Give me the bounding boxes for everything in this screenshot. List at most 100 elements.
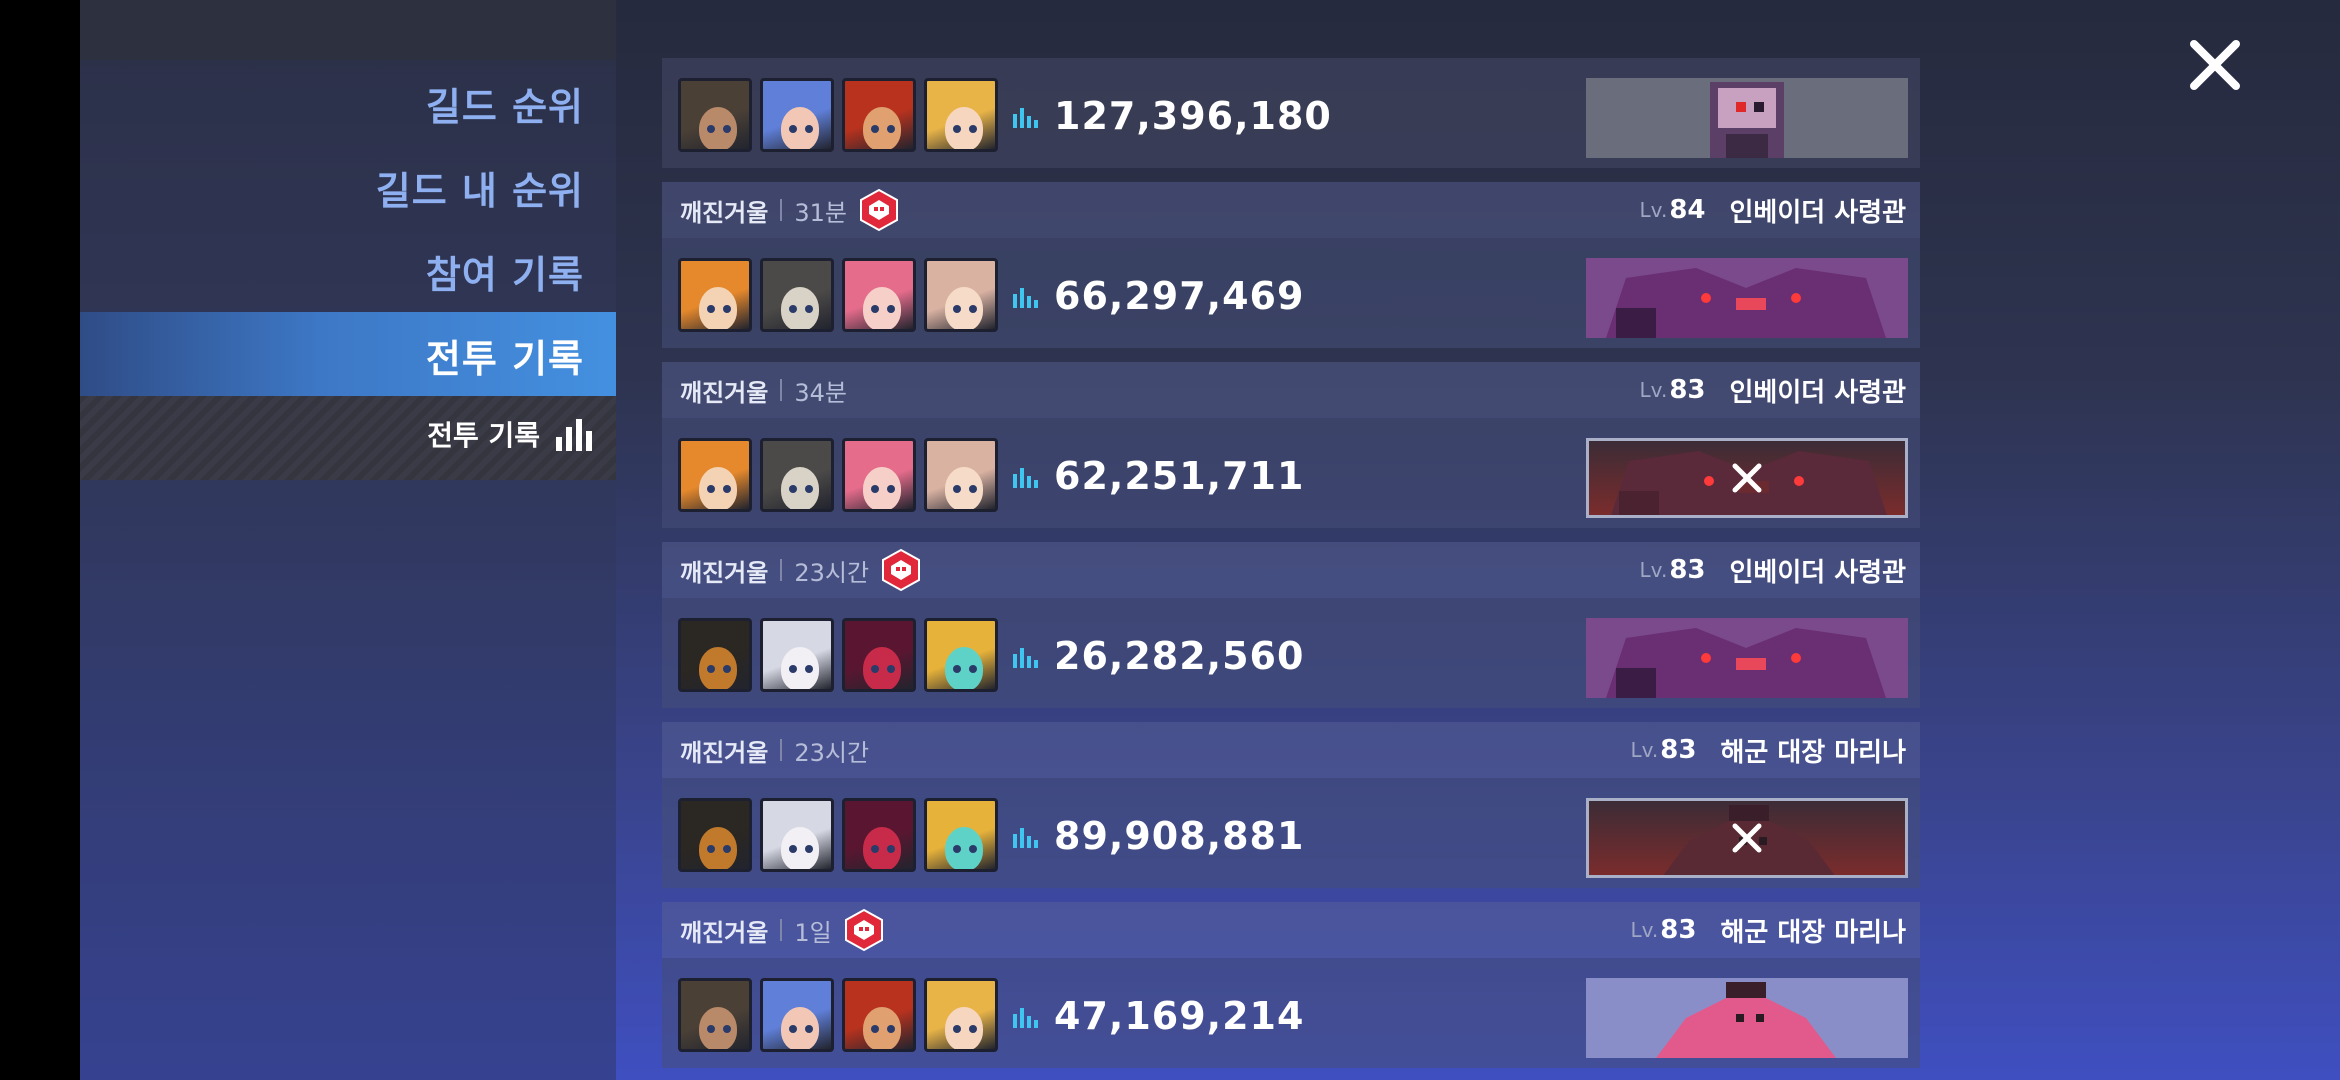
party-portraits: [678, 78, 998, 152]
battle-record-card[interactable]: 깨진거울 31분 Lv. 84 인베이더 사령관 66,297,469: [662, 182, 1920, 348]
divider: [780, 379, 783, 401]
sidebar-item-participation-log[interactable]: 참여 기록: [426, 244, 584, 299]
level-label: Lv.: [1630, 738, 1659, 762]
hero-portrait[interactable]: [924, 78, 998, 152]
hero-face: [781, 467, 819, 509]
record-body: 127,396,180: [662, 58, 1920, 168]
hero-eye: [969, 665, 977, 673]
record-header: 깨진거울 23시간 Lv. 83 인베이더 사령관: [662, 542, 1920, 598]
boss-portrait[interactable]: [1586, 258, 1908, 338]
hero-face: [781, 287, 819, 329]
hero-portrait[interactable]: [924, 258, 998, 332]
record-body: 62,251,711: [662, 418, 1920, 528]
boss-portrait[interactable]: [1586, 78, 1908, 158]
hero-face: [945, 827, 983, 869]
divider: [780, 919, 783, 941]
hero-eye: [953, 485, 961, 493]
guild-name: 깨진거울: [680, 738, 769, 767]
battle-record-list[interactable]: 127,396,180 깨진거울 31분 Lv. 84 인베이더 사령관 66,297…: [662, 58, 1920, 1080]
hero-eye: [723, 485, 731, 493]
hero-eye: [723, 305, 731, 313]
battle-record-card[interactable]: 127,396,180: [662, 58, 1920, 168]
battle-record-card[interactable]: 깨진거울 23시간 Lv. 83 인베이더 사령관 26,282,560: [662, 542, 1920, 708]
boss-kill-badge-icon: [844, 908, 883, 952]
boss-name: 해군 대장 마리나: [1720, 917, 1906, 948]
hero-eye: [953, 1025, 961, 1033]
divider: [780, 559, 783, 581]
hero-eye: [887, 125, 895, 133]
sidebar-item-guild-ranking[interactable]: 길드 순위: [426, 76, 584, 131]
hero-portrait[interactable]: [678, 618, 752, 692]
hero-portrait[interactable]: [760, 78, 834, 152]
hero-portrait[interactable]: [924, 798, 998, 872]
hero-eye: [969, 485, 977, 493]
hero-portrait[interactable]: [678, 78, 752, 152]
hero-eye: [789, 305, 797, 313]
record-body: 26,282,560: [662, 598, 1920, 708]
hero-eye: [887, 1025, 895, 1033]
hero-portrait[interactable]: [842, 978, 916, 1052]
battle-record-card[interactable]: 깨진거울 23시간 Lv. 83 해군 대장 마리나 89,908,881: [662, 722, 1920, 888]
hero-eye: [887, 845, 895, 853]
hero-eye: [887, 665, 895, 673]
guild-name: 깨진거울: [680, 378, 769, 407]
hero-portrait[interactable]: [842, 798, 916, 872]
hero-portrait[interactable]: [924, 618, 998, 692]
hero-portrait[interactable]: [678, 438, 752, 512]
party-portraits: [678, 258, 998, 332]
hero-eye: [789, 665, 797, 673]
close-icon[interactable]: [2180, 30, 2250, 100]
hero-portrait[interactable]: [842, 438, 916, 512]
damage-score: 127,396,180: [1012, 94, 1332, 138]
boss-name: 인베이더 사령관: [1729, 557, 1907, 588]
hero-eye: [789, 125, 797, 133]
battle-record-card[interactable]: 깨진거울 1일 Lv. 83 해군 대장 마리나 47,169,214: [662, 902, 1920, 1068]
hero-portrait[interactable]: [842, 258, 916, 332]
hero-eye: [871, 305, 879, 313]
hero-portrait[interactable]: [760, 978, 834, 1052]
hero-face: [699, 107, 737, 149]
sidebar-header-strip: [80, 0, 616, 60]
boss-portrait[interactable]: [1586, 618, 1908, 698]
boss-name: 해군 대장 마리나: [1720, 737, 1906, 768]
hero-face: [781, 1007, 819, 1049]
hero-portrait[interactable]: [924, 438, 998, 512]
level-label: Lv.: [1639, 198, 1668, 222]
sidebar-item-in-guild-ranking[interactable]: 길드 내 순위: [376, 160, 584, 215]
damage-score: 47,169,214: [1012, 994, 1304, 1038]
hero-portrait[interactable]: [678, 978, 752, 1052]
hero-eye: [969, 845, 977, 853]
hero-face: [699, 647, 737, 689]
hero-eye: [805, 665, 813, 673]
boss-level: 83: [1669, 375, 1706, 405]
hero-portrait[interactable]: [678, 258, 752, 332]
hero-portrait[interactable]: [760, 618, 834, 692]
boss-level: 83: [1660, 915, 1697, 945]
hero-portrait[interactable]: [924, 978, 998, 1052]
damage-chart-icon: [1013, 828, 1038, 848]
battle-record-card[interactable]: 깨진거울 34분 Lv. 83 인베이더 사령관 62,251,711: [662, 362, 1920, 528]
guild-name: 깨진거울: [680, 918, 769, 947]
hero-portrait[interactable]: [760, 258, 834, 332]
boss-name: 인베이더 사령관: [1729, 377, 1907, 408]
boss-portrait[interactable]: [1586, 978, 1908, 1058]
time-ago: 23시간: [794, 738, 870, 767]
damage-score: 62,251,711: [1012, 454, 1304, 498]
hero-eye: [953, 665, 961, 673]
hero-face: [781, 647, 819, 689]
level-label: Lv.: [1639, 558, 1668, 582]
boss-sprite: [1586, 258, 1908, 338]
hero-portrait[interactable]: [842, 78, 916, 152]
damage-score: 66,297,469: [1012, 274, 1304, 318]
hero-portrait[interactable]: [760, 798, 834, 872]
boss-portrait[interactable]: [1586, 798, 1908, 878]
sidebar-item-battle-log[interactable]: 전투 기록: [426, 328, 584, 383]
boss-portrait[interactable]: [1586, 438, 1908, 518]
sidebar-subitem-battle-log[interactable]: 전투 기록: [427, 414, 594, 454]
hero-portrait[interactable]: [678, 798, 752, 872]
hero-face: [945, 467, 983, 509]
damage-chart-icon: [1013, 288, 1038, 308]
record-body: 47,169,214: [662, 958, 1920, 1068]
hero-portrait[interactable]: [842, 618, 916, 692]
hero-portrait[interactable]: [760, 438, 834, 512]
